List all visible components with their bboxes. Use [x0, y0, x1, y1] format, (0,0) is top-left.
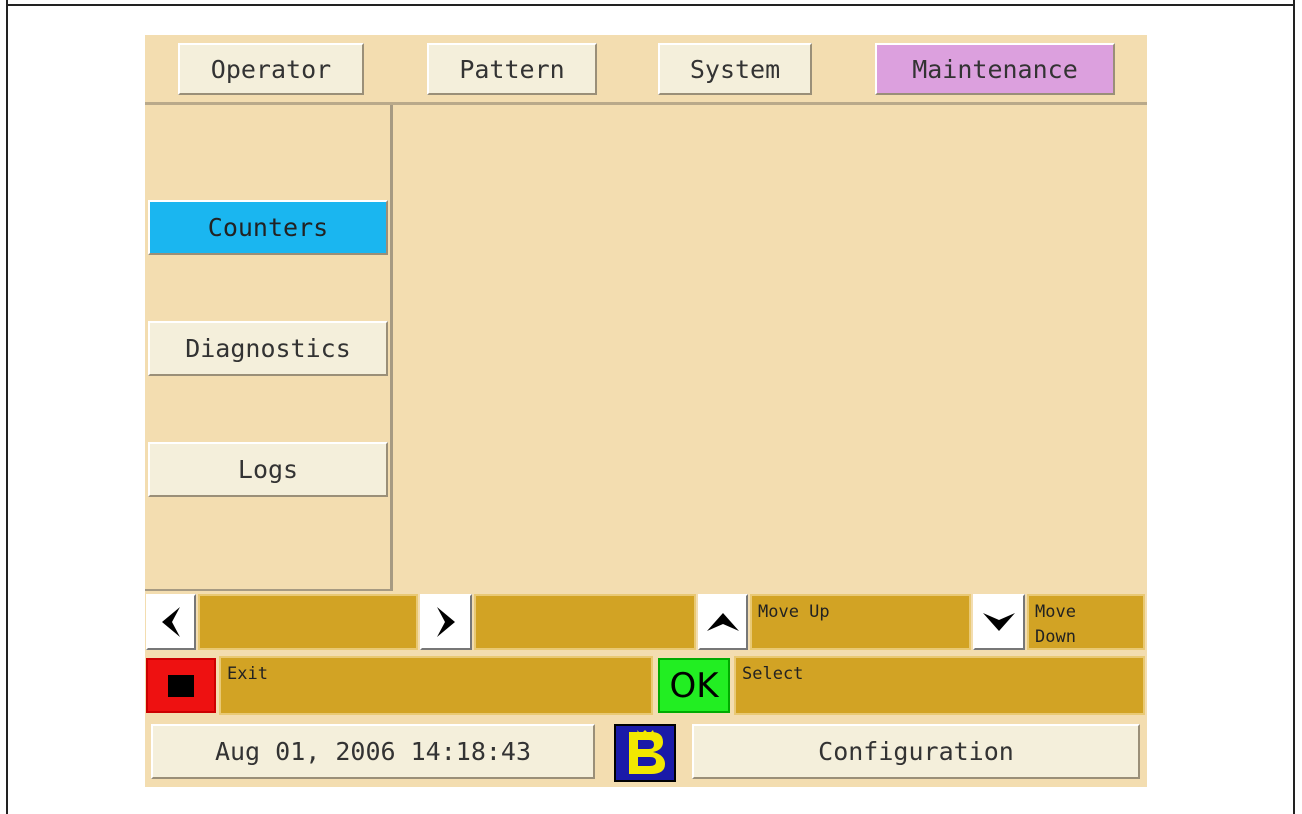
sidebar-item-diagnostics[interactable]: Diagnostics [148, 321, 388, 376]
arrow-down-icon [983, 613, 1015, 631]
frame-left-border [6, 0, 8, 814]
tab-operator[interactable]: Operator [178, 43, 364, 95]
arrow-right-icon [437, 607, 455, 637]
brand-logo-glyph [629, 730, 665, 774]
frame-top-border [6, 4, 1295, 6]
ok-button[interactable]: OK [658, 658, 730, 713]
exit-label: Exit [227, 664, 268, 684]
left-arrow-button[interactable] [146, 594, 196, 650]
main-content-area [396, 105, 1147, 591]
arrow-up-icon [707, 613, 739, 631]
brand-logo-icon [614, 724, 676, 782]
tab-system[interactable]: System [658, 43, 812, 95]
sidebar-item-logs[interactable]: Logs [148, 442, 388, 497]
select-label-field: Select [734, 656, 1145, 715]
sidebar-item-counters[interactable]: Counters [148, 200, 388, 255]
right-arrow-button[interactable] [420, 594, 472, 650]
exit-label-field: Exit [219, 656, 653, 715]
left-softkey-label-field [198, 594, 418, 650]
mode-display: Configuration [692, 724, 1140, 779]
exit-button[interactable] [146, 658, 216, 713]
tab-pattern[interactable]: Pattern [427, 43, 597, 95]
hmi-screen: Operator Pattern System Maintenance Coun… [145, 35, 1147, 787]
frame-right-border [1293, 0, 1295, 814]
select-label: Select [742, 664, 804, 684]
move-down-label: Move Down [1035, 602, 1076, 647]
move-down-button[interactable] [973, 594, 1025, 650]
move-up-label: Move Up [758, 602, 830, 622]
move-up-label-field: Move Up [750, 594, 971, 650]
move-down-label-field: Move Down [1027, 594, 1145, 650]
stop-icon [168, 674, 194, 697]
datetime-display: Aug 01, 2006 14:18:43 [151, 724, 595, 779]
arrow-left-icon [162, 607, 180, 637]
tab-maintenance[interactable]: Maintenance [875, 43, 1115, 95]
right-softkey-label-field [474, 594, 696, 650]
move-up-button[interactable] [698, 594, 748, 650]
